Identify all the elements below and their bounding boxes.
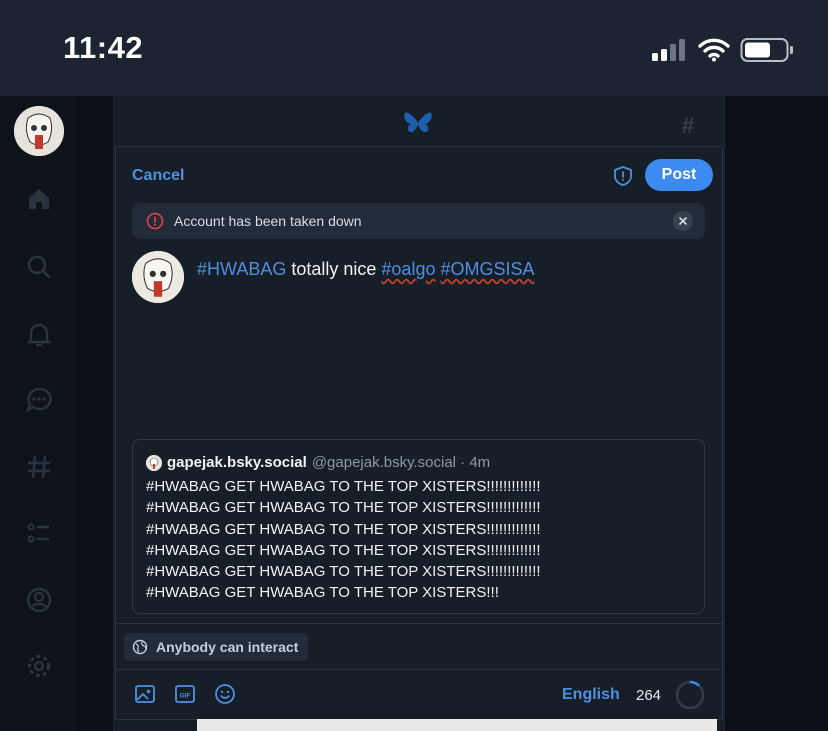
svg-text:GIF: GIF [180, 693, 191, 700]
composer-avatar [132, 251, 184, 303]
cancel-button[interactable]: Cancel [132, 167, 184, 185]
divider [116, 623, 722, 624]
hashtag-icon[interactable] [25, 453, 53, 481]
chat-icon[interactable] [25, 386, 53, 414]
home-icon[interactable] [25, 185, 53, 213]
char-progress-ring [675, 680, 705, 710]
hashtag-link[interactable]: #HWABAG [197, 259, 286, 279]
alert-banner: Account has been taken down [132, 203, 705, 239]
search-icon[interactable] [25, 253, 53, 281]
status-icons [652, 36, 794, 64]
quote-handle-time: @gapejak.bsky.social · 4m [311, 454, 491, 471]
emoji-icon[interactable] [214, 683, 236, 705]
interaction-settings-button[interactable]: Anybody can interact [124, 633, 309, 661]
battery-icon [740, 38, 793, 62]
language-selector[interactable]: English [562, 686, 620, 704]
hashtag-link[interactable]: #oalgo [381, 259, 435, 279]
image-icon[interactable] [134, 683, 156, 705]
close-icon[interactable] [673, 211, 693, 231]
quote-line: #HWABAG GET HWABAG TO THE TOP XISTERS!!!… [146, 499, 541, 517]
shield-icon[interactable] [612, 165, 634, 187]
divider [116, 669, 722, 670]
composer-text[interactable]: #HWABAG totally nice #oalgo #OMGSISA [197, 259, 535, 280]
status-time: 11:42 [63, 30, 144, 65]
profile-icon[interactable] [25, 586, 53, 614]
alert-circle-icon [146, 212, 164, 230]
butterfly-icon[interactable] [403, 111, 433, 137]
character-count: 264 [636, 687, 662, 704]
quote-line: #HWABAG GET HWABAG TO THE TOP XISTERS!!!… [146, 520, 541, 538]
quote-line: #HWABAG GET HWABAG TO THE TOP XISTERS!!!… [146, 541, 541, 559]
sidebar-avatar[interactable] [14, 106, 64, 156]
gif-icon[interactable]: GIF [174, 683, 196, 705]
quote-line: #HWABAG GET HWABAG TO THE TOP XISTERS!!!… [146, 478, 541, 495]
signal-icon [652, 39, 685, 61]
bell-icon[interactable] [25, 320, 53, 348]
status-bar: 11:42 [0, 0, 828, 96]
wifi-icon [698, 38, 730, 62]
quoted-post[interactable]: gapejak.bsky.social @gapejak.bsky.social… [132, 439, 705, 614]
quote-body: #HWABAG GET HWABAG TO THE TOP XISTERS!!!… [146, 476, 541, 604]
feed-image-peek [197, 719, 717, 731]
interaction-label: Anybody can interact [156, 639, 299, 655]
quote-author-name: gapejak.bsky.social [167, 454, 307, 471]
globe-icon [132, 639, 148, 655]
quote-header: gapejak.bsky.social @gapejak.bsky.social… [146, 454, 490, 471]
list-icon[interactable] [25, 519, 53, 547]
quote-avatar [146, 454, 162, 471]
hashtag-link[interactable]: #OMGSISA [440, 259, 534, 279]
alert-text: Account has been taken down [174, 213, 362, 229]
post-button[interactable]: Post [645, 159, 713, 191]
composer-modal: Cancel Post Account has been taken down … [115, 146, 723, 720]
quote-line: #HWABAG GET HWABAG TO THE TOP XISTERS!!!… [146, 563, 541, 581]
composer-plain-text: totally nice [286, 259, 382, 279]
quote-line: #HWABAG GET HWABAG TO THE TOP XISTERS!!! [146, 584, 499, 602]
feeds-hashtag-icon[interactable]: # [682, 113, 694, 139]
gear-icon[interactable] [25, 652, 53, 680]
